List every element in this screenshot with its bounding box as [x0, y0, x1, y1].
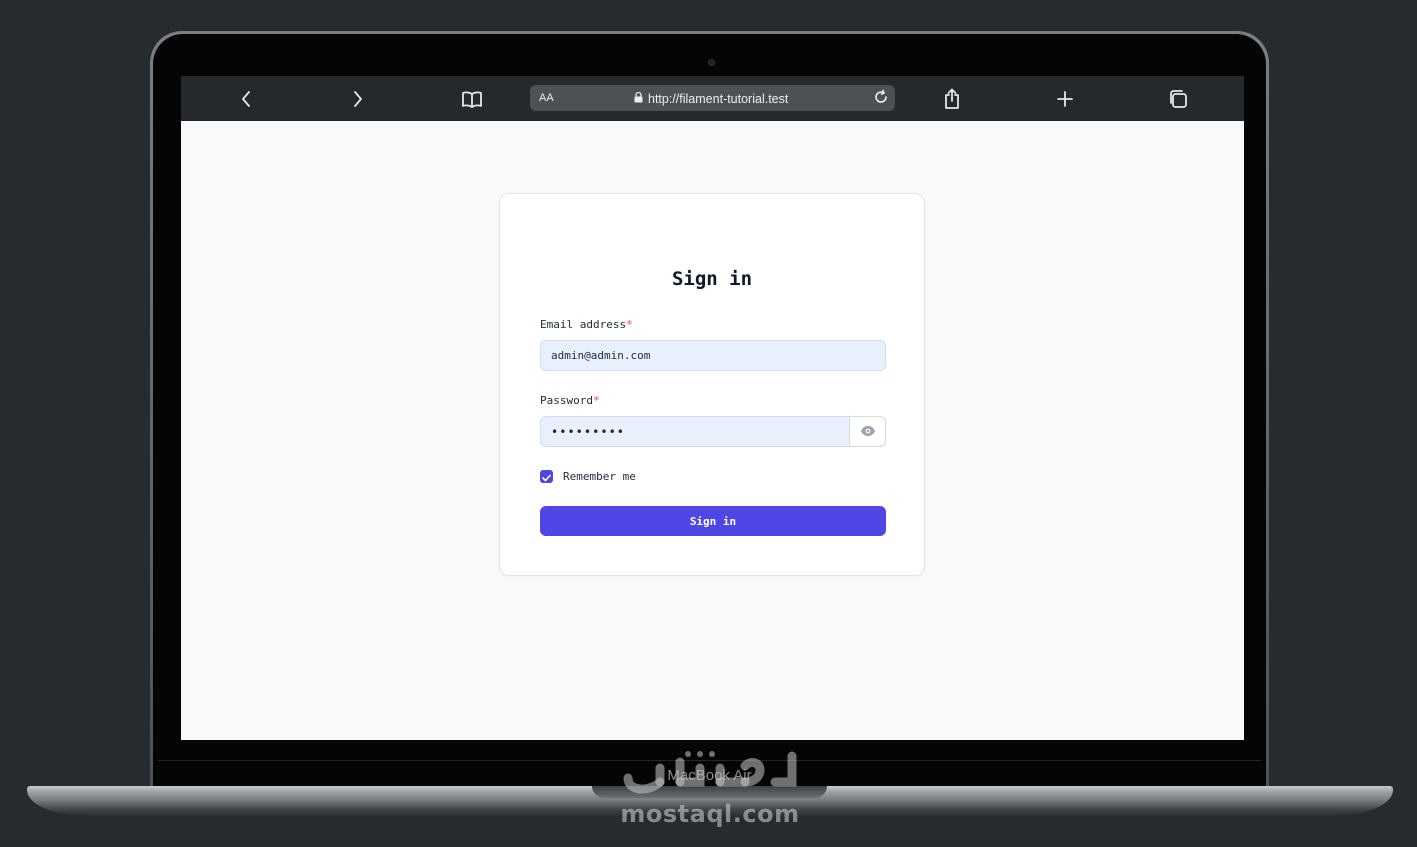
reload-icon[interactable] [873, 89, 889, 110]
email-label: Email address* [540, 318, 633, 331]
address-bar[interactable]: AA http://filament-tutorial.test [530, 85, 895, 111]
required-marker: * [626, 318, 633, 331]
browser-toolbar: AA http://filament-tutorial.test [181, 76, 1244, 121]
plus-icon[interactable] [1054, 88, 1076, 110]
screen-bezel: AA http://filament-tutorial.test Sign in… [153, 34, 1266, 790]
email-value: admin@admin.com [551, 349, 651, 362]
lock-icon [634, 90, 643, 108]
book-icon[interactable] [461, 88, 483, 110]
browser-window: AA http://filament-tutorial.test Sign in… [181, 76, 1244, 740]
remember-me-label[interactable]: Remember me [563, 470, 636, 483]
chevron-left-icon[interactable] [235, 88, 257, 110]
email-field[interactable]: admin@admin.com [540, 340, 886, 371]
laptop-lid: AA http://filament-tutorial.test Sign in… [150, 31, 1269, 793]
eye-icon [860, 422, 876, 441]
password-field[interactable]: ••••••••• [540, 416, 849, 447]
tabs-icon[interactable] [1167, 88, 1189, 110]
login-card: Sign in Email address* admin@admin.com P… [499, 193, 925, 576]
chevron-right-icon[interactable] [347, 88, 369, 110]
remember-me-checkbox[interactable] [540, 470, 553, 483]
watermark-logo-icon [620, 748, 800, 805]
watermark-text: mostaql.com [620, 800, 800, 828]
password-value: ••••••••• [551, 424, 626, 439]
watermark: mostaql.com [600, 748, 820, 838]
text-size-button[interactable]: AA [539, 92, 554, 104]
camera-icon [708, 59, 715, 66]
email-label-text: Email address [540, 318, 627, 331]
url-text: http://filament-tutorial.test [648, 92, 789, 106]
share-icon[interactable] [941, 88, 963, 110]
page-title: Sign in [671, 268, 753, 290]
required-marker: * [592, 394, 600, 407]
sign-in-button[interactable]: Sign in [540, 506, 886, 536]
password-label-text: Password [540, 394, 593, 407]
password-label: Password* [540, 394, 600, 407]
check-icon [542, 467, 551, 486]
show-password-button[interactable] [849, 416, 886, 447]
